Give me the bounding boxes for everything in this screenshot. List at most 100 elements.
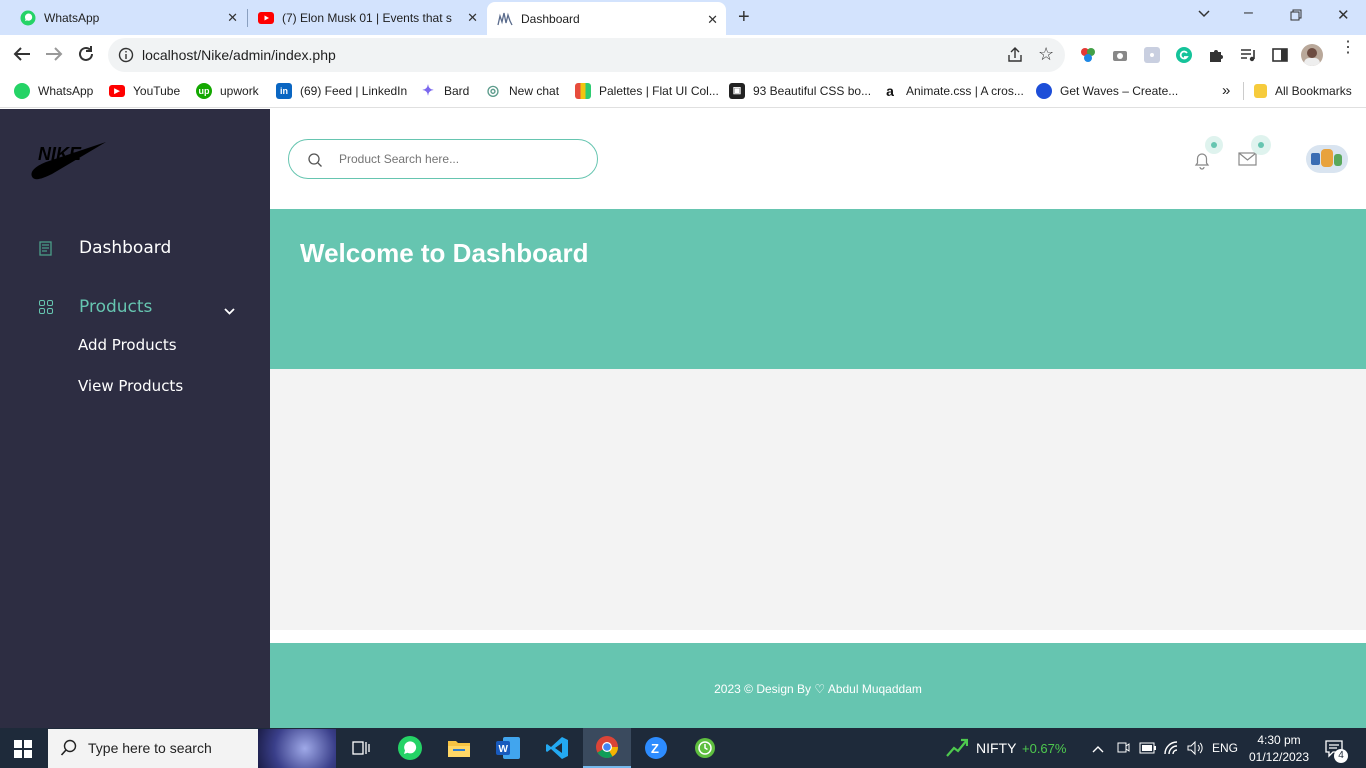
mail-icon[interactable] [1238, 151, 1257, 172]
footer-author: Abdul Muqaddam [827, 682, 922, 696]
bookmarks-bar: WhatsApp ▶ YouTube up upwork in (69) Fee… [0, 75, 1366, 108]
bookmark-css-buttons[interactable]: ▣ 93 Beautiful CSS bo... [729, 75, 871, 106]
minimize-icon[interactable]: – [1244, 4, 1253, 22]
close-icon[interactable]: ✕ [227, 10, 238, 26]
css-buttons-icon: ▣ [729, 82, 745, 99]
bookmark-bard[interactable]: ✦ Bard [420, 75, 469, 106]
microsoft-word-icon[interactable]: W [484, 728, 532, 768]
more-bookmarks-button[interactable]: » [1222, 75, 1230, 106]
media-control-icon[interactable] [1240, 47, 1256, 68]
bookmark-label: WhatsApp [38, 83, 94, 98]
bookmark-label: Animate.css | A cros... [906, 83, 1024, 98]
profile-avatar[interactable] [1301, 44, 1323, 66]
upwork-icon: up [196, 82, 212, 99]
whatsapp-taskbar-icon[interactable] [386, 728, 434, 768]
grammarly-icon[interactable] [1176, 47, 1192, 68]
folder-icon [1254, 83, 1267, 98]
close-icon[interactable]: ✕ [707, 12, 718, 28]
windows-start-icon[interactable] [14, 740, 32, 763]
bookmark-linkedin[interactable]: in (69) Feed | LinkedIn [276, 75, 407, 106]
vscode-icon[interactable] [533, 728, 581, 768]
extensions-puzzle-icon[interactable] [1208, 47, 1224, 68]
bookmark-get-waves[interactable]: Get Waves – Create... [1036, 75, 1178, 106]
bookmark-animate-css[interactable]: a Animate.css | A cros... [882, 75, 1024, 106]
color-picker-extension-icon[interactable] [1080, 47, 1096, 68]
animate-css-icon: a [886, 82, 894, 99]
show-hidden-icons-icon[interactable] [1091, 741, 1105, 759]
chrome-icon[interactable] [583, 728, 631, 768]
bookmark-palettes[interactable]: Palettes | Flat UI Col... [575, 75, 719, 106]
clock-time: 4:30 pm [1257, 733, 1301, 747]
address-bar[interactable]: localhost/Nike/admin/index.php ☆ [108, 38, 1065, 72]
tab-search-icon[interactable] [1197, 8, 1211, 22]
sidebar-item-products[interactable]: Products [79, 297, 152, 317]
svg-text:W: W [499, 744, 509, 755]
dashboard-icon [38, 240, 54, 261]
whatsapp-icon [20, 10, 36, 26]
file-explorer-icon[interactable] [435, 728, 483, 768]
share-icon[interactable] [1006, 46, 1024, 69]
back-icon[interactable] [13, 46, 31, 67]
taskbar-search-placeholder: Type here to search [88, 740, 212, 756]
palettes-icon [575, 82, 591, 99]
bookmark-whatsapp[interactable]: WhatsApp [14, 75, 93, 106]
close-icon[interactable]: ✕ [467, 10, 478, 26]
sidebar-subitem-add-products[interactable]: Add Products [78, 336, 177, 354]
browser-tab-bar: WhatsApp ✕ (7) Elon Musk 01 | Events tha… [0, 0, 1366, 35]
bell-icon[interactable] [1192, 150, 1212, 175]
site-info-icon[interactable] [118, 47, 134, 68]
task-view-icon[interactable] [337, 728, 385, 768]
clock-date: 01/12/2023 [1248, 750, 1310, 764]
side-panel-icon[interactable] [1272, 47, 1288, 68]
product-search-input[interactable]: Product Search here... [288, 139, 598, 179]
react-devtools-icon[interactable] [1144, 47, 1160, 68]
stock-change[interactable]: +0.67% [1022, 741, 1066, 756]
language-indicator[interactable]: ENG [1212, 741, 1238, 755]
bookmark-label: New chat [509, 83, 560, 98]
user-avatar[interactable] [1306, 145, 1348, 173]
bookmark-star-icon[interactable]: ☆ [1038, 44, 1054, 65]
taskbar-clock[interactable]: 4:30 pm 01/12/2023 [1248, 732, 1310, 766]
meet-now-icon[interactable] [1116, 740, 1130, 761]
new-tab-icon[interactable]: + [738, 6, 750, 29]
bookmark-youtube[interactable]: ▶ YouTube [109, 75, 180, 106]
bookmark-label: YouTube [133, 83, 181, 98]
search-highlight-image [258, 729, 336, 768]
search-icon [307, 152, 323, 173]
camera-extension-icon[interactable] [1112, 47, 1128, 68]
clock-app-icon[interactable] [681, 728, 729, 768]
bookmark-upwork[interactable]: up upwork [196, 75, 259, 106]
chatgpt-icon: ◎ [486, 82, 500, 98]
bookmark-label: Palettes | Flat UI Col... [599, 83, 719, 98]
wifi-icon[interactable] [1163, 740, 1181, 761]
reload-icon[interactable] [77, 45, 95, 68]
chevron-down-icon[interactable] [223, 303, 236, 321]
restore-icon[interactable] [1290, 8, 1302, 26]
sidebar-subitem-view-products[interactable]: View Products [78, 377, 183, 395]
sidebar-item-dashboard[interactable]: Dashboard [79, 238, 171, 258]
taskbar-search-box[interactable]: Type here to search [48, 729, 336, 768]
nike-logo[interactable]: NIKE [30, 138, 108, 187]
tab-youtube[interactable]: (7) Elon Musk 01 | Events that sh ✕ [248, 0, 486, 35]
bookmark-new-chat[interactable]: ◎ New chat [485, 75, 559, 106]
tab-dashboard[interactable]: Dashboard ✕ [487, 2, 726, 35]
search-icon [60, 739, 78, 762]
menu-kebab-icon[interactable]: ⋮ [1340, 40, 1356, 56]
bard-icon: ✦ [422, 82, 434, 98]
volume-icon[interactable] [1186, 740, 1204, 761]
page-title: Welcome to Dashboard [300, 238, 589, 268]
products-grid-icon [38, 299, 54, 320]
zoom-icon[interactable]: Z [632, 728, 680, 768]
bookmark-label: Bard [444, 83, 470, 98]
svg-text:NIKE: NIKE [38, 144, 82, 164]
forward-icon[interactable] [45, 46, 63, 67]
stock-chart-icon [946, 737, 969, 762]
bookmark-label: upwork [220, 83, 259, 98]
all-bookmarks-button[interactable]: All Bookmarks [1254, 75, 1352, 106]
youtube-icon: ▶ [109, 84, 125, 97]
window-close-icon[interactable]: ✕ [1337, 6, 1350, 24]
tab-whatsapp[interactable]: WhatsApp ✕ [0, 0, 246, 35]
url-text[interactable]: localhost/Nike/admin/index.php [142, 47, 336, 63]
battery-icon[interactable] [1139, 741, 1157, 760]
stock-name[interactable]: NIFTY [976, 740, 1016, 756]
